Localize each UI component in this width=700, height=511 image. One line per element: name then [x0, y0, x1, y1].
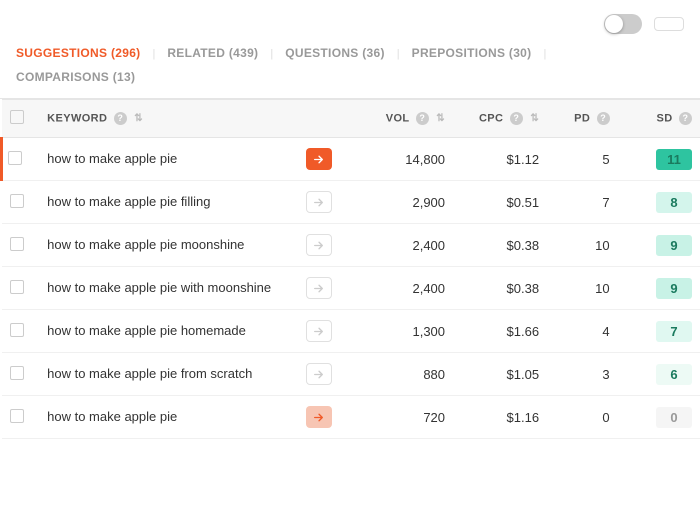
vol-value: 2,400	[412, 238, 445, 253]
vol-value: 1,300	[412, 324, 445, 339]
pd-value: 3	[602, 367, 609, 382]
pd-value: 5	[602, 152, 609, 167]
page-header	[0, 0, 700, 42]
cpc-value: $1.12	[507, 152, 540, 167]
vol-value: 2,900	[412, 195, 445, 210]
pd-value: 10	[595, 238, 609, 253]
cpc-value: $0.38	[507, 238, 540, 253]
keyword-text: how to make apple pie	[47, 151, 177, 166]
vol-help-icon[interactable]: ?	[416, 112, 429, 125]
cpc-value: $1.16	[507, 410, 540, 425]
vol-sort-icon[interactable]: ⇅	[436, 113, 445, 124]
sd-help-icon[interactable]: ?	[679, 112, 692, 125]
col-header-check	[2, 100, 40, 138]
arrow-button[interactable]	[306, 406, 332, 428]
row-checkbox[interactable]	[10, 409, 24, 423]
keywords-table: KEYWORD ? ⇅ VOL ? ⇅ CPC ? ⇅ PD ?	[0, 99, 700, 439]
sd-value: 9	[656, 278, 692, 299]
pd-help-icon[interactable]: ?	[597, 112, 610, 125]
pd-value: 0	[602, 410, 609, 425]
header-controls	[604, 14, 684, 34]
cpc-sort-icon[interactable]: ⇅	[530, 113, 539, 124]
filters-button[interactable]	[654, 17, 684, 31]
tab-prepositions[interactable]: PREPOSITIONS (30)	[412, 42, 544, 66]
vol-value: 720	[423, 410, 445, 425]
tab-suggestions[interactable]: SUGGESTIONS (296)	[16, 42, 152, 66]
cpc-value: $0.38	[507, 281, 540, 296]
row-checkbox[interactable]	[10, 194, 24, 208]
table-header-row: KEYWORD ? ⇅ VOL ? ⇅ CPC ? ⇅ PD ?	[2, 100, 700, 138]
table-row: how to make apple pie from scratch 880 $1…	[2, 353, 700, 396]
tabs-bar: SUGGESTIONS (296) | RELATED (439) | QUES…	[0, 42, 700, 99]
table-body: how to make apple pie 14,800$1.12511how …	[2, 138, 700, 439]
keyword-sort-icon[interactable]: ⇅	[134, 113, 143, 124]
col-header-pd: PD ?	[547, 100, 618, 138]
row-checkbox[interactable]	[10, 237, 24, 251]
sd-value: 9	[656, 235, 692, 256]
arrow-button[interactable]	[306, 277, 332, 299]
col-header-vol: VOL ? ⇅	[347, 100, 453, 138]
cpc-help-icon[interactable]: ?	[510, 112, 523, 125]
sd-value: 11	[656, 149, 692, 170]
toggle-wrapper[interactable]	[604, 14, 642, 34]
vol-value: 880	[423, 367, 445, 382]
sd-value: 7	[656, 321, 692, 342]
filter-toggle[interactable]	[604, 14, 642, 34]
table-row: how to make apple pie filling 2,900 $0.51…	[2, 181, 700, 224]
sd-value: 8	[656, 192, 692, 213]
vol-value: 2,400	[412, 281, 445, 296]
arrow-button[interactable]	[306, 191, 332, 213]
keyword-text: how to make apple pie from scratch	[47, 366, 252, 381]
sd-value: 6	[656, 364, 692, 385]
col-header-keyword: KEYWORD ? ⇅	[39, 100, 298, 138]
tab-related[interactable]: RELATED (439)	[167, 42, 270, 66]
keyword-text: how to make apple pie homemade	[47, 323, 246, 338]
cpc-value: $0.51	[507, 195, 540, 210]
select-all-checkbox[interactable]	[10, 110, 24, 124]
col-header-sd: SD ?	[618, 100, 700, 138]
tab-comparisons[interactable]: COMPARISONS (13)	[16, 66, 147, 90]
keyword-text: how to make apple pie with moonshine	[47, 280, 271, 295]
sd-value: 0	[656, 407, 692, 428]
vol-value: 14,800	[405, 152, 445, 167]
row-checkbox[interactable]	[10, 366, 24, 380]
row-checkbox[interactable]	[10, 323, 24, 337]
table-row: how to make apple pie 720 $1.16 0 0	[2, 396, 700, 439]
keyword-text: how to make apple pie	[47, 409, 177, 424]
tab-questions[interactable]: QUESTIONS (36)	[285, 42, 397, 66]
table-row: how to make apple pie moonshine 2,400 $0.…	[2, 224, 700, 267]
keyword-text: how to make apple pie moonshine	[47, 237, 244, 252]
toggle-knob	[605, 15, 623, 33]
table-row: how to make apple pie homemade 1,300 $1.6…	[2, 310, 700, 353]
table-container: KEYWORD ? ⇅ VOL ? ⇅ CPC ? ⇅ PD ?	[0, 99, 700, 439]
row-checkbox[interactable]	[8, 151, 22, 165]
col-header-arrow	[298, 100, 347, 138]
cpc-value: $1.66	[507, 324, 540, 339]
cpc-value: $1.05	[507, 367, 540, 382]
pd-value: 4	[602, 324, 609, 339]
pd-value: 7	[602, 195, 609, 210]
table-row: how to make apple pie with moonshine 2,4…	[2, 267, 700, 310]
col-header-cpc: CPC ? ⇅	[453, 100, 547, 138]
keyword-help-icon[interactable]: ?	[114, 112, 127, 125]
pd-value: 10	[595, 281, 609, 296]
arrow-button[interactable]	[306, 234, 332, 256]
arrow-button[interactable]	[306, 320, 332, 342]
keyword-text: how to make apple pie filling	[47, 194, 210, 209]
arrow-button[interactable]	[306, 363, 332, 385]
table-row: how to make apple pie 14,800 $1.12 5 11	[2, 138, 700, 181]
arrow-button[interactable]	[306, 148, 332, 170]
row-checkbox[interactable]	[10, 280, 24, 294]
